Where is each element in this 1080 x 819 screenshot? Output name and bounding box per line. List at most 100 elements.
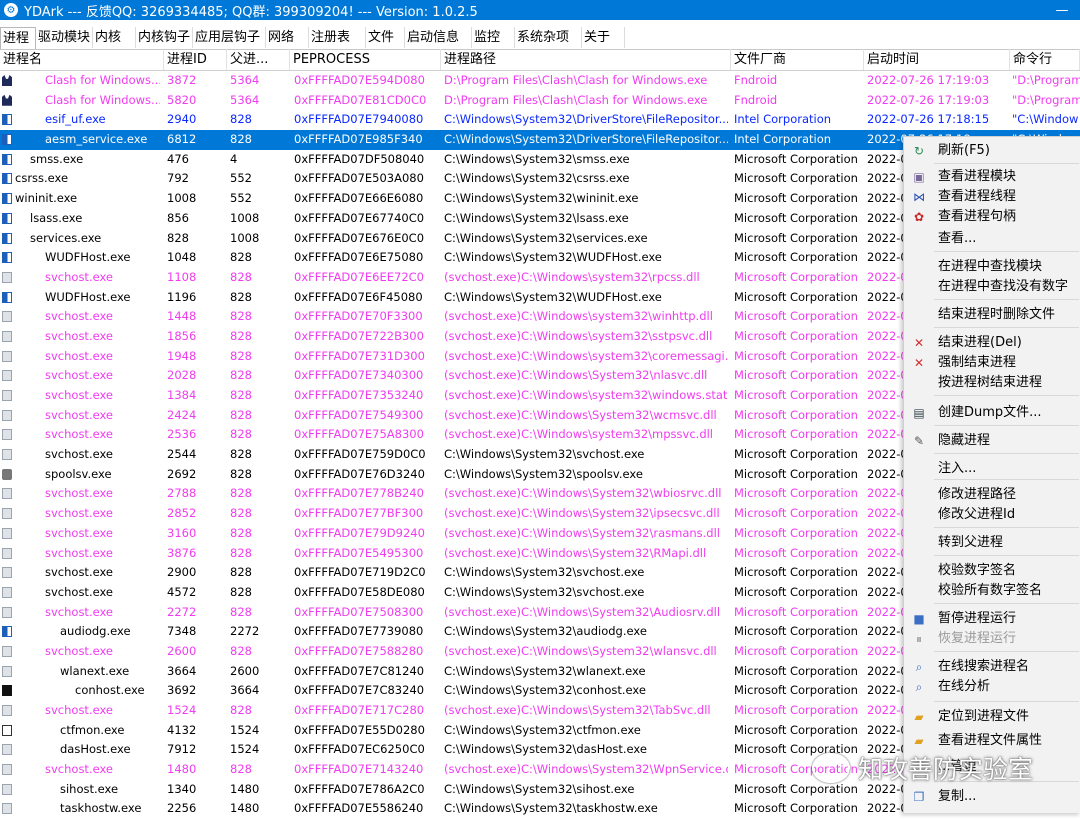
menu-item-24[interactable]: ▰ 查看进程文件属性 xyxy=(904,731,1080,751)
cell-peprocess: 0xFFFFAD07E6F45080 xyxy=(294,289,423,304)
tab-4[interactable]: 应用层钩子 xyxy=(193,27,266,48)
menu-item-22[interactable]: ⌕ 在线分析 xyxy=(904,677,1080,697)
cell-start: 2022-07-26 17:19:03 xyxy=(867,92,990,107)
printer-icon xyxy=(2,468,12,480)
menu-item-12[interactable]: ✎ 隐藏进程 xyxy=(904,431,1080,451)
table-row[interactable]: esif_uf.exe 2940 828 0xFFFFAD07E7940080 C:\W… xyxy=(0,110,1080,130)
cell-name: dasHost.exe xyxy=(60,742,131,757)
cell-path: (svchost.exe)C:\Windows\System32\wlansvc… xyxy=(444,643,717,658)
cell-name: wininit.exe xyxy=(15,191,78,206)
menu-item-18[interactable]: 校验所有数字签名 xyxy=(904,581,1080,601)
cell-path: C:\Windows\System32\services.exe xyxy=(444,230,648,245)
cell-peprocess: 0xFFFFAD07E7143240 xyxy=(294,762,424,777)
cell-name: svchost.exe xyxy=(45,427,114,442)
cell-pid: 2692 xyxy=(167,466,197,481)
cell-pid: 2028 xyxy=(167,368,197,383)
column-header-1[interactable]: 进程ID xyxy=(164,49,227,70)
console-icon xyxy=(2,685,12,697)
menu-item-1[interactable]: ▣ 查看进程模块 xyxy=(904,167,1080,187)
cell-pid: 6812 xyxy=(167,132,197,147)
window-app-icon xyxy=(2,252,12,264)
minimize-button[interactable]: — xyxy=(1050,0,1074,20)
menu-item-0[interactable]: ↻ 刷新(F5) xyxy=(904,141,1080,161)
cell-peprocess: 0xFFFFAD07E7C83240 xyxy=(294,683,425,698)
cell-pid: 3664 xyxy=(167,663,197,678)
menu-item-8[interactable]: ✕ 结束进程(Del) xyxy=(904,333,1080,353)
column-header-7[interactable]: 命令行 xyxy=(1010,49,1080,70)
menu-item-19[interactable]: ■ 暂停进程运行 xyxy=(904,609,1080,629)
cell-ppid: 5364 xyxy=(230,73,260,87)
tab-7[interactable]: 文件 xyxy=(366,27,405,48)
cell-name: svchost.exe xyxy=(45,407,114,422)
menu-item-23[interactable]: ▰ 定位到进程文件 xyxy=(904,707,1080,727)
cell-pid: 1524 xyxy=(167,703,197,717)
menu-item-14[interactable]: 修改进程路径 xyxy=(904,485,1080,505)
menu-item-7[interactable]: 结束进程时删除文件 xyxy=(904,305,1080,325)
menu-item-9[interactable]: ✕ 强制结束进程 xyxy=(904,353,1080,373)
menu-item-17[interactable]: 校验数字签名 xyxy=(904,561,1080,581)
cell-vendor: Microsoft Corporation xyxy=(734,191,858,206)
cell-pid: 2424 xyxy=(167,407,197,422)
cell-ppid: 828 xyxy=(230,328,252,343)
menu-item-6[interactable]: 在进程中查找没有数字 xyxy=(904,277,1080,297)
cell-pid: 4132 xyxy=(167,722,197,737)
cell-path: C:\Windows\System32\smss.exe xyxy=(444,151,630,166)
column-header-4[interactable]: 进程路径 xyxy=(441,49,731,70)
cell-ppid: 828 xyxy=(230,250,252,265)
cell-pid: 3692 xyxy=(167,683,197,698)
cell-peprocess: 0xFFFFAD07E7C81240 xyxy=(294,663,425,678)
menu-item-13[interactable]: 注入... xyxy=(904,459,1080,479)
table-row[interactable]: Clash for Windows... 5820 5364 0xFFFFAD07E8… xyxy=(0,91,1080,111)
menu-item-15[interactable]: 修改父进程Id xyxy=(904,505,1080,525)
menu-item-4[interactable]: 查看... xyxy=(904,229,1080,249)
service-icon xyxy=(2,508,12,520)
column-header-6[interactable]: 启动时间 xyxy=(864,49,1010,70)
tab-8[interactable]: 启动信息 xyxy=(405,27,472,48)
window-app-icon xyxy=(2,173,12,185)
column-header-5[interactable]: 文件厂商 xyxy=(731,49,864,70)
cell-pid: 476 xyxy=(167,151,189,166)
column-header-2[interactable]: 父进... xyxy=(227,49,290,70)
tab-0[interactable]: 进程 xyxy=(0,27,36,49)
menu-item-3[interactable]: ✿ 查看进程句柄 xyxy=(904,207,1080,227)
cell-name: svchost.exe xyxy=(45,584,114,599)
cell-vendor: Microsoft Corporation xyxy=(734,486,858,501)
service-icon xyxy=(2,606,12,618)
menu-item-2[interactable]: ⋈ 查看进程线程 xyxy=(904,187,1080,207)
tab-11[interactable]: 关于 xyxy=(582,27,625,48)
cell-peprocess: 0xFFFFAD07E7739080 xyxy=(294,624,424,639)
tab-10[interactable]: 系统杂项 xyxy=(515,27,582,48)
cell-path: (svchost.exe)C:\Windows\System32\rasmans… xyxy=(444,525,720,540)
cell-ppid: 552 xyxy=(230,191,252,206)
menu-item-21[interactable]: ⌕ 在线搜索进程名 xyxy=(904,657,1080,677)
cell-name: conhost.exe xyxy=(75,683,145,698)
pause-icon: ■ xyxy=(913,612,925,626)
tab-5[interactable]: 网络 xyxy=(266,27,309,48)
menu-item-5[interactable]: 在进程中查找模块 xyxy=(904,257,1080,277)
tab-2[interactable]: 内核 xyxy=(93,27,136,48)
menu-item-11[interactable]: ▤ 创建Dump文件... xyxy=(904,403,1080,423)
tab-3[interactable]: 内核钩子 xyxy=(136,27,193,48)
column-header-0[interactable]: 进程名 xyxy=(0,49,164,70)
cell-pid: 2256 xyxy=(167,801,197,816)
table-row[interactable]: Clash for Windows... 3872 5364 0xFFFFAD07E5… xyxy=(0,71,1080,91)
service-icon xyxy=(2,311,12,323)
cell-ppid: 828 xyxy=(230,309,252,324)
cell-vendor: Fndroid xyxy=(734,92,778,107)
cell-vendor: Microsoft Corporation xyxy=(734,328,858,343)
tab-9[interactable]: 监控 xyxy=(472,27,515,48)
cell-cmd: "C:\Window xyxy=(1012,112,1079,127)
tab-1[interactable]: 驱动模块 xyxy=(36,27,93,48)
thread-icon: ⋈ xyxy=(913,190,925,204)
cell-vendor: Microsoft Corporation xyxy=(734,565,858,580)
menu-item-16[interactable]: 转到父进程 xyxy=(904,533,1080,553)
menu-item-10[interactable]: 按进程树结束进程 xyxy=(904,373,1080,393)
cell-name: svchost.exe xyxy=(45,643,114,658)
column-header-3[interactable]: PEPROCESS xyxy=(290,49,441,70)
tab-6[interactable]: 注册表 xyxy=(309,27,366,48)
cell-ppid: 828 xyxy=(230,407,252,422)
cell-ppid: 828 xyxy=(230,132,252,147)
menu-item-26[interactable]: ❐ 复制... xyxy=(904,787,1080,807)
menu-item-20[interactable]: ⏸ 恢复进程运行 xyxy=(904,629,1080,649)
cell-path: C:\Windows\System32\sihost.exe xyxy=(444,781,635,796)
